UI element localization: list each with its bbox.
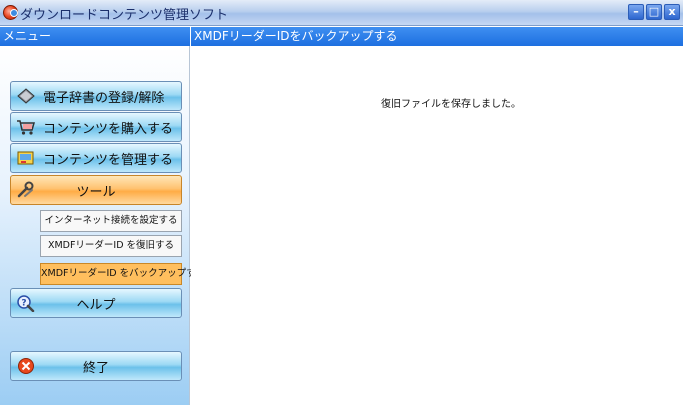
- menu-panel: 電子辞書の登録/解除 コンテンツを購入する コンテンツを管理する ツール インタ…: [0, 46, 205, 405]
- dictionary-register-label: 電子辞書の登録/解除: [43, 90, 165, 106]
- internet-settings-button[interactable]: インターネット接続を設定する: [40, 210, 182, 232]
- purchase-content-label: コンテンツを購入する: [43, 121, 174, 137]
- app-logo-icon: [3, 5, 18, 20]
- content-header: XMDFリーダーIDをバックアップする: [191, 27, 683, 46]
- help-label: ヘルプ: [76, 297, 116, 313]
- restore-reader-id-button[interactable]: XMDFリーダーID を復旧する: [40, 235, 182, 257]
- cart-icon: [15, 117, 37, 137]
- title-bar: ダウンロードコンテンツ管理ソフト – □ x: [0, 0, 683, 26]
- status-message: 復旧ファイルを保存しました。: [381, 99, 521, 110]
- window-title: ダウンロードコンテンツ管理ソフト: [20, 8, 229, 23]
- svg-text:?: ?: [21, 299, 26, 309]
- maximize-button[interactable]: □: [646, 4, 662, 20]
- help-button[interactable]: ? ヘルプ: [10, 288, 182, 318]
- dictionary-register-button[interactable]: 電子辞書の登録/解除: [10, 81, 182, 111]
- folder-icon: [15, 148, 37, 168]
- minimize-button[interactable]: –: [628, 4, 644, 20]
- tools-button[interactable]: ツール: [10, 175, 182, 205]
- manage-content-label: コンテンツを管理する: [43, 152, 174, 168]
- close-button[interactable]: x: [664, 4, 680, 20]
- backup-reader-id-button[interactable]: XMDFリーダーID をバックアップする: [40, 263, 205, 285]
- window-controls: – □ x: [628, 4, 680, 20]
- dictionary-icon: [15, 86, 37, 106]
- menu-header: メニュー: [0, 27, 190, 46]
- exit-button[interactable]: 終了: [10, 351, 182, 381]
- exit-icon: [15, 356, 37, 376]
- tools-label: ツール: [76, 184, 116, 200]
- help-icon: ?: [15, 293, 37, 313]
- manage-content-button[interactable]: コンテンツを管理する: [10, 143, 182, 173]
- tools-icon: [15, 180, 37, 200]
- purchase-content-button[interactable]: コンテンツを購入する: [10, 112, 182, 142]
- content-body: 復旧ファイルを保存しました。: [191, 46, 683, 405]
- exit-label: 終了: [82, 360, 109, 376]
